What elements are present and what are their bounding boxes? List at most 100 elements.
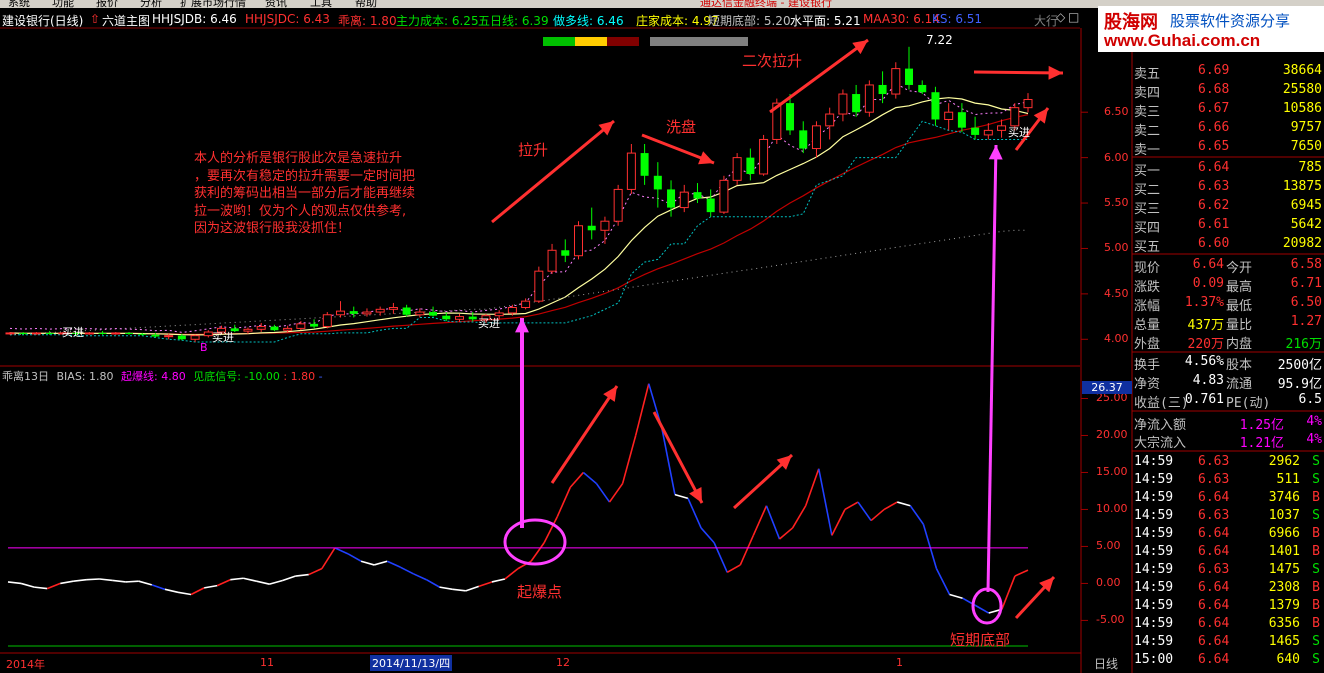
bias-line-segment xyxy=(949,593,963,599)
tick-row[interactable]: 14:59 6.64 6966 B xyxy=(1134,525,1324,543)
candle-body xyxy=(613,188,623,222)
candle-body xyxy=(997,125,1007,131)
candle-body xyxy=(84,332,94,335)
tick-row[interactable]: 14:59 6.63 511 S xyxy=(1134,471,1324,489)
bid-row[interactable]: 买一 6.64 785 xyxy=(1134,159,1324,179)
candle-body xyxy=(653,175,662,190)
ask-label: 卖二 xyxy=(1134,124,1161,139)
header-indicator-value: 乖离: 1.80 xyxy=(338,14,397,28)
bid-row[interactable]: 买五 6.60 20982 xyxy=(1134,235,1324,255)
ask-label: 卖一 xyxy=(1134,143,1161,158)
tick-row[interactable]: 14:59 6.63 2962 S xyxy=(1134,453,1324,471)
bid-row[interactable]: 买二 6.63 13875 xyxy=(1134,178,1324,198)
header-indicator-value: HHJSJDC: 6.43 xyxy=(245,12,330,26)
date-axis-year: 2014年 xyxy=(6,658,45,671)
bias-line-segment xyxy=(1001,575,1016,610)
header-indicator-value: KS: 6.51 xyxy=(932,12,983,26)
tick-row[interactable]: 14:59 6.64 2308 B xyxy=(1134,579,1324,597)
tick-row[interactable]: 15:00 6.64 640 S xyxy=(1134,651,1324,669)
bias-line-segment xyxy=(73,578,87,583)
color-legend-bar xyxy=(543,37,575,46)
quote-label: 流通 xyxy=(1226,377,1253,392)
quote-row[interactable]: 现价 6.64 今开 6.58 xyxy=(1134,256,1324,276)
header-indicator-value: 主力成本: 6.25 xyxy=(396,14,479,28)
tick-volume: 1475 xyxy=(1268,562,1300,577)
bias-line-segment xyxy=(60,580,74,585)
tick-row[interactable]: 14:59 6.64 6356 B xyxy=(1134,615,1324,633)
quote-value: 437万 xyxy=(1187,318,1224,333)
quote-row[interactable]: 净资 4.83 流通 95.9亿 xyxy=(1134,372,1324,392)
tick-row[interactable]: 14:59 6.64 3746 B xyxy=(1134,489,1324,507)
period-label[interactable]: 日线 xyxy=(1094,655,1118,672)
quote-row[interactable]: 涨跌 0.09 最高 6.71 xyxy=(1134,275,1324,295)
candle-body xyxy=(878,84,887,95)
tick-row[interactable]: 14:59 6.63 1037 S xyxy=(1134,507,1324,525)
tick-row[interactable]: 14:59 6.64 1401 B xyxy=(1134,543,1324,561)
quote-row[interactable]: 换手 4.56% 股本 2500亿 xyxy=(1134,353,1324,373)
tick-row[interactable]: 14:59 6.64 1379 B xyxy=(1134,597,1324,615)
bias-line-segment xyxy=(569,471,584,488)
candle-body xyxy=(864,84,874,113)
quote-row[interactable]: 涨幅 1.37% 最低 6.50 xyxy=(1134,294,1324,314)
bias-line-segment xyxy=(321,547,336,570)
tick-time: 14:59 xyxy=(1134,454,1174,469)
bias-line-segment xyxy=(726,564,741,574)
sub-indicator-name[interactable]: 乖离13日 xyxy=(2,370,49,383)
flow-row[interactable]: 净流入额 1.25亿 4% xyxy=(1134,413,1324,433)
toolbar-right-label[interactable]: 大行 xyxy=(1034,12,1058,29)
diamond-icon[interactable]: ◇ xyxy=(1056,10,1065,24)
arrow-pull-up xyxy=(491,119,615,224)
quote-value: 216万 xyxy=(1285,337,1322,352)
header-indicator-value: 水平面: 5.21 xyxy=(790,14,861,28)
bias-axis-tick: 20.00 xyxy=(1096,428,1128,442)
indicator-set-name[interactable]: 六道主图 xyxy=(102,12,150,29)
bid-row[interactable]: 买四 6.61 5642 xyxy=(1134,216,1324,236)
ask-row[interactable]: 卖三 6.67 10586 xyxy=(1134,100,1324,120)
quote-value: 6.58 xyxy=(1290,257,1322,272)
ma-yellow-line xyxy=(9,97,1029,336)
date-axis-nov: 11 xyxy=(260,656,274,669)
window-box-icon[interactable]: □ xyxy=(1068,10,1079,24)
tick-price: 6.63 xyxy=(1198,472,1230,487)
tick-side: S xyxy=(1312,634,1320,649)
tick-price: 6.64 xyxy=(1198,634,1230,649)
candle-body xyxy=(243,328,253,332)
tick-side: S xyxy=(1312,562,1320,577)
bid-label: 买五 xyxy=(1134,240,1161,255)
bias-line-segment xyxy=(334,547,349,555)
wash-label: 洗盘 xyxy=(666,118,697,136)
quote-label: 内盘 xyxy=(1226,337,1253,352)
ask-volume: 25580 xyxy=(1282,82,1322,97)
candle-body xyxy=(931,92,940,120)
tick-time: 14:59 xyxy=(1134,598,1174,613)
header-indicator-value: HHJSJDB: 6.46 xyxy=(152,12,237,26)
ask-row[interactable]: 卖一 6.65 7650 xyxy=(1134,138,1324,158)
candle-body xyxy=(547,249,557,272)
ask-row[interactable]: 卖四 6.68 25580 xyxy=(1134,81,1324,101)
tick-time: 14:59 xyxy=(1134,616,1174,631)
bid-price: 6.63 xyxy=(1198,179,1230,194)
bias-line-segment xyxy=(582,471,597,485)
arrow-up-icon[interactable]: ⇧ xyxy=(90,12,100,26)
ask-price: 6.66 xyxy=(1198,120,1230,135)
ask-row[interactable]: 卖五 6.69 38664 xyxy=(1134,62,1324,82)
quote-row[interactable]: 总量 437万 量比 1.27 xyxy=(1134,313,1324,333)
ask-row[interactable]: 卖二 6.66 9757 xyxy=(1134,119,1324,139)
quote-value: 2500亿 xyxy=(1277,358,1322,373)
tick-row[interactable]: 14:59 6.63 1475 S xyxy=(1134,561,1324,579)
candle-body xyxy=(918,84,927,93)
bias-line-segment xyxy=(373,560,388,566)
bias-line-segment xyxy=(530,542,545,562)
header-indicator-value: 短期底部: 5.20 xyxy=(708,14,791,28)
bias-line-segment xyxy=(870,508,885,522)
flow-row[interactable]: 大宗流入 1.21亿 4% xyxy=(1134,431,1324,451)
tick-price: 6.64 xyxy=(1198,598,1230,613)
quote-row[interactable]: 外盘 220万 内盘 216万 xyxy=(1134,332,1324,352)
header-indicator-value: 做多线: 6.46 xyxy=(553,14,624,28)
tick-price: 6.64 xyxy=(1198,580,1230,595)
buy-mark: 买进 xyxy=(478,317,500,330)
quote-row[interactable]: 收益(三) 0.761 PE(动) 6.5 xyxy=(1134,391,1324,411)
bid-row[interactable]: 买三 6.62 6945 xyxy=(1134,197,1324,217)
tick-row[interactable]: 14:59 6.64 1465 S xyxy=(1134,633,1324,651)
bias-line-segment xyxy=(164,588,179,594)
